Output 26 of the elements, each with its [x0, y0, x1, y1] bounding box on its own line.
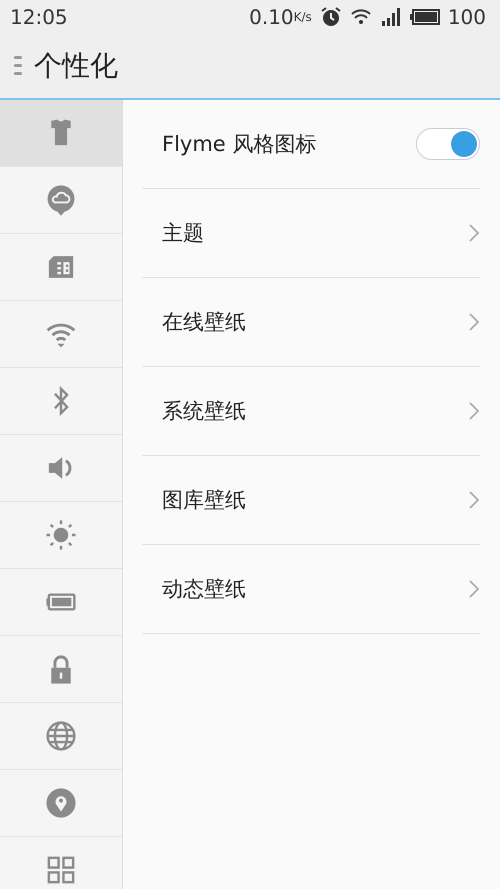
setting-label[interactable]: 系统壁纸	[162, 397, 246, 425]
chevron-right-icon	[468, 401, 480, 421]
battery-icon	[410, 9, 440, 25]
wifi-icon	[350, 8, 372, 26]
setting-label[interactable]: 动态壁纸	[162, 575, 246, 603]
setting-label[interactable]: 在线壁纸	[162, 308, 246, 336]
globe-icon	[44, 719, 78, 753]
location-pin-icon	[44, 786, 78, 820]
speed-unit: K/s	[294, 10, 312, 24]
chevron-right-icon	[468, 223, 480, 243]
sidebar-item[interactable]	[0, 100, 122, 167]
battery-level: 100	[448, 5, 486, 29]
page-title: 个性化	[34, 48, 118, 84]
alarm-clock-icon	[320, 6, 342, 28]
chevron-right-icon	[468, 579, 480, 599]
sun-icon	[44, 518, 78, 552]
chevron-right-icon	[468, 312, 480, 332]
menu-icon[interactable]	[14, 55, 22, 77]
network-speed: 0.10	[249, 5, 294, 29]
setting-label[interactable]: Flyme 风格图标	[162, 130, 316, 158]
chevron-right-icon	[468, 490, 480, 510]
setting-label[interactable]: 主题	[162, 219, 204, 247]
clock-time: 12:05	[10, 5, 68, 29]
signal-icon	[380, 7, 402, 27]
toggle-switch[interactable]	[416, 128, 480, 160]
setting-label[interactable]: 图库壁纸	[162, 486, 246, 514]
